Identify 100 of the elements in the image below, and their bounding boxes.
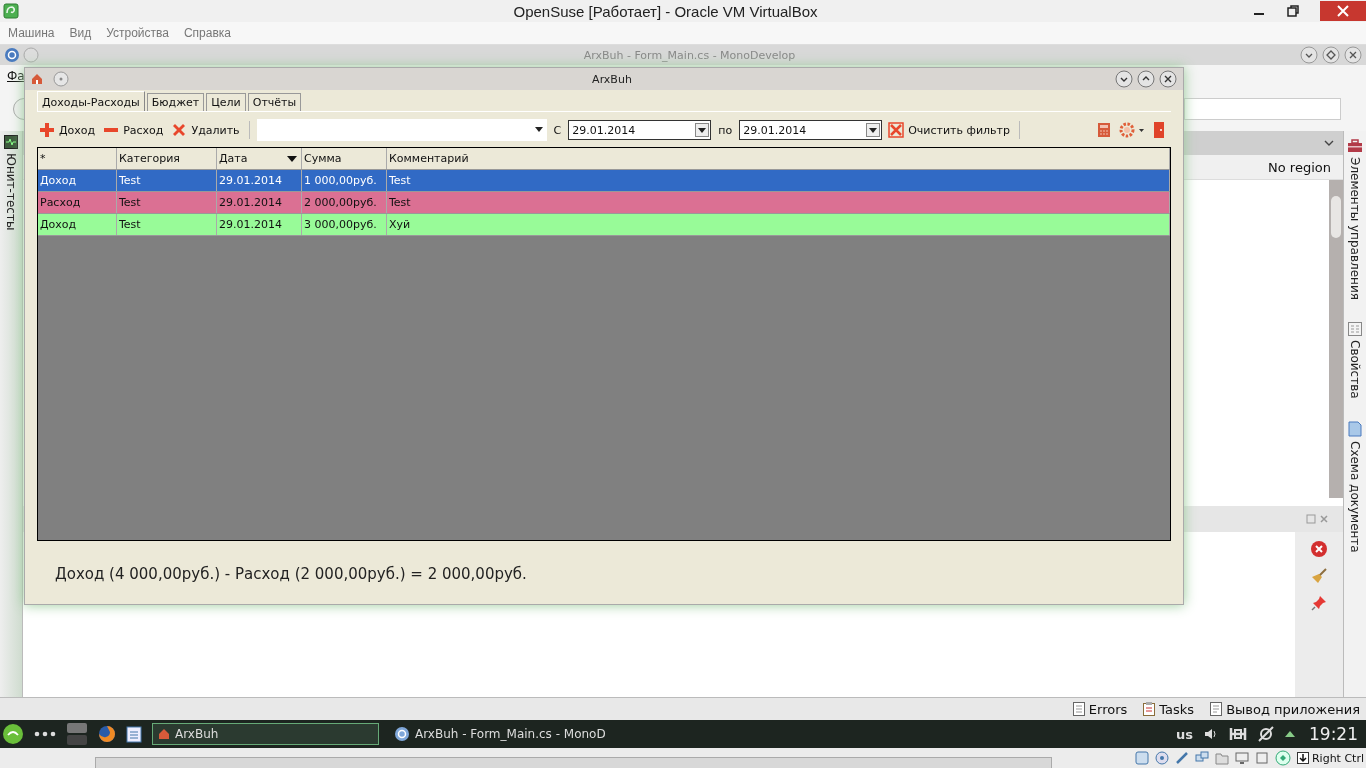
notes-icon[interactable] xyxy=(126,725,142,743)
pad-tab[interactable]: Схема документа xyxy=(1348,440,1362,553)
add-expense-button[interactable]: Расход xyxy=(101,120,166,140)
window-title: ArxBuh xyxy=(591,72,633,86)
pad-tab[interactable]: Errors xyxy=(1072,701,1128,717)
pad-tab[interactable]: Tasks xyxy=(1143,701,1195,717)
pad-tab[interactable]: Свойства xyxy=(1348,339,1362,399)
pad-tab[interactable]: Вывод приложения xyxy=(1210,701,1360,717)
table-cell: Доход xyxy=(38,170,117,191)
broom-icon[interactable] xyxy=(1310,567,1328,585)
table-cell: 29.01.2014 xyxy=(217,214,302,235)
table-cell: Test xyxy=(117,214,217,235)
arrow-up-icon[interactable] xyxy=(1285,730,1295,738)
close-icon[interactable] xyxy=(1159,70,1177,88)
taskbar-button[interactable]: ArxBuh - Form_Main.cs - MonoD xyxy=(389,724,611,744)
pad-tab[interactable]: Юнит-тесты xyxy=(4,153,18,231)
display-icon[interactable] xyxy=(1234,751,1249,765)
home-icon xyxy=(158,728,170,740)
menu-item[interactable]: Устройства xyxy=(106,26,169,40)
from-label: С xyxy=(552,123,563,137)
table-cell: Расход xyxy=(38,192,117,213)
start-menu-icon[interactable] xyxy=(2,723,24,745)
plug-icon[interactable] xyxy=(1257,725,1275,743)
add-income-button[interactable]: Доход xyxy=(37,120,98,140)
table-row[interactable]: Расход Test 29.01.2014 2 000,00руб. Test xyxy=(38,192,1170,214)
table-cell: Test xyxy=(117,192,217,213)
search-field[interactable] xyxy=(1184,98,1341,120)
pulse-icon xyxy=(4,135,18,149)
dots-icon[interactable] xyxy=(34,730,56,738)
virtualbox-logo-icon xyxy=(3,3,19,19)
home-icon xyxy=(31,73,43,85)
tab[interactable]: Отчёты xyxy=(247,93,302,111)
table-cell: Test xyxy=(387,192,1170,213)
delete-button[interactable]: Удалить xyxy=(169,120,242,140)
column-header[interactable]: * xyxy=(38,148,117,169)
monodevelop-logo-icon xyxy=(394,726,410,742)
table-cell: 1 000,00руб. xyxy=(302,170,387,191)
menu-item[interactable]: Машина xyxy=(8,26,55,40)
to-label: по xyxy=(717,123,734,137)
error-list-icon xyxy=(1072,702,1085,716)
calculator-icon[interactable] xyxy=(1097,122,1111,138)
table-cell: Хуй xyxy=(387,214,1170,235)
clock: 19:21 xyxy=(1309,724,1358,744)
cd-icon[interactable] xyxy=(1154,751,1169,765)
menu-item[interactable]: Вид xyxy=(69,26,92,40)
taskbar-button[interactable]: ArxBuh xyxy=(152,723,379,745)
pad-tab[interactable]: Элементы управления xyxy=(1348,157,1362,300)
balance-summary: Доход (4 000,00руб.) - Расход (2 000,00руб.) = 2 000,00руб. xyxy=(55,565,528,583)
output-icon xyxy=(1210,702,1223,716)
close-icon[interactable] xyxy=(1344,46,1362,64)
tab[interactable]: Цели xyxy=(206,93,246,111)
scrollbar[interactable] xyxy=(1329,180,1343,498)
usb-icon[interactable] xyxy=(1174,751,1189,765)
dropdown-arrow-icon xyxy=(534,127,543,133)
table-row[interactable]: Доход Test 29.01.2014 3 000,00руб. Хуй xyxy=(38,214,1170,236)
crossed-frame-icon xyxy=(888,122,905,138)
network-icon[interactable] xyxy=(1229,726,1247,742)
column-header[interactable]: Комментарий xyxy=(387,148,1170,169)
clear-filter-button[interactable]: Очистить фильтр xyxy=(886,120,1012,140)
restore-icon[interactable] xyxy=(1286,4,1300,18)
network-adapter-icon[interactable] xyxy=(1194,751,1209,765)
volume-icon[interactable] xyxy=(1203,726,1219,742)
cross-icon xyxy=(171,122,188,138)
menu-item[interactable]: Справка xyxy=(183,26,231,40)
dock-icon[interactable] xyxy=(1306,514,1316,524)
document-icon xyxy=(1348,420,1362,437)
gear-icon[interactable] xyxy=(1119,122,1145,138)
keyboard-layout[interactable]: us xyxy=(1176,726,1193,742)
table-cell: Test xyxy=(117,170,217,191)
table-cell: Test xyxy=(387,170,1170,191)
plus-icon xyxy=(39,122,55,138)
mouse-integration-icon[interactable] xyxy=(1274,750,1291,766)
table-cell: 3 000,00руб. xyxy=(302,214,387,235)
column-header[interactable]: Дата xyxy=(217,148,302,169)
table-cell: 29.01.2014 xyxy=(217,192,302,213)
date-from-field[interactable]: 29.01.2014 xyxy=(568,120,712,140)
maximize-icon[interactable] xyxy=(1322,46,1340,64)
toolbox-icon xyxy=(1347,139,1363,153)
pin-icon[interactable] xyxy=(1310,594,1328,612)
folder-icon[interactable] xyxy=(1214,751,1229,765)
window-menu-icon[interactable] xyxy=(53,71,69,87)
workspace-switcher-icon[interactable] xyxy=(66,722,88,746)
close-icon[interactable] xyxy=(1320,1,1366,21)
firefox-icon[interactable] xyxy=(98,725,116,743)
table-cell: 29.01.2014 xyxy=(217,170,302,191)
region-selector[interactable]: No region xyxy=(1268,159,1331,175)
column-header[interactable]: Категория xyxy=(117,148,217,169)
column-header[interactable]: Сумма xyxy=(302,148,387,169)
window-title: OpenSuse [Работает] - Oracle VM VirtualBox xyxy=(512,2,819,20)
date-to-field[interactable]: 29.01.2014 xyxy=(739,120,883,140)
tab[interactable]: Доходы-Расходы xyxy=(37,91,145,111)
table-row[interactable]: Доход Test 29.01.2014 1 000,00руб. Test xyxy=(38,170,1170,192)
menu-item[interactable]: Фа xyxy=(7,69,25,83)
monodevelop-logo-icon xyxy=(4,47,20,63)
table-cell: 2 000,00руб. xyxy=(302,192,387,213)
window-title: ArxBuh - Form_Main.cs - MonoDevelop xyxy=(582,48,797,62)
door-icon[interactable] xyxy=(1153,121,1165,139)
stop-icon[interactable] xyxy=(1310,540,1328,558)
host-key-label: Right Ctrl xyxy=(1296,751,1364,765)
tab[interactable]: Бюджет xyxy=(146,93,205,111)
